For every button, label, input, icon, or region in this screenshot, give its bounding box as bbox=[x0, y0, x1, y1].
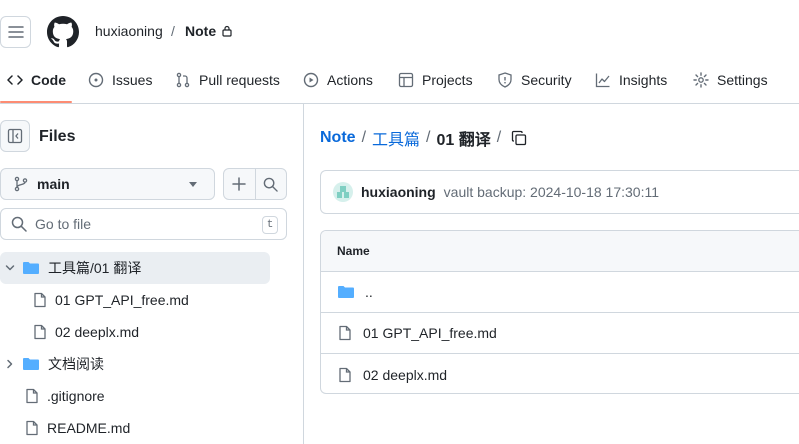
chevron-down-icon bbox=[2, 262, 18, 274]
breadcrumb-current: 01 翻译 bbox=[436, 132, 491, 149]
active-tab-indicator bbox=[0, 101, 72, 103]
file-icon bbox=[339, 367, 351, 382]
branch-selector-button[interactable]: main bbox=[0, 168, 215, 200]
breadcrumb-separator: / bbox=[496, 129, 502, 146]
add-file-button[interactable] bbox=[224, 169, 256, 199]
table-row[interactable]: 01 GPT_API_free.md bbox=[321, 313, 799, 354]
tab-projects[interactable]: Projects bbox=[398, 64, 473, 96]
play-icon bbox=[303, 72, 319, 88]
tab-insights[interactable]: Insights bbox=[595, 64, 667, 96]
shield-icon bbox=[498, 72, 512, 88]
parent-directory-link[interactable]: .. bbox=[365, 284, 373, 300]
issue-opened-icon bbox=[88, 72, 104, 88]
gear-icon bbox=[693, 72, 709, 88]
tree-item-label: 01 GPT_API_free.md bbox=[55, 292, 189, 308]
git-pull-request-icon bbox=[176, 72, 190, 88]
go-to-file-search: t bbox=[0, 208, 287, 240]
file-path-breadcrumb: Note / 工具篇 / 01 翻译 / bbox=[320, 126, 527, 150]
repo-link[interactable]: Note bbox=[185, 23, 216, 39]
tree-file-gitignore[interactable]: .gitignore bbox=[0, 380, 270, 412]
file-icon bbox=[32, 324, 48, 340]
code-icon bbox=[7, 75, 23, 85]
tab-actions[interactable]: Actions bbox=[303, 64, 373, 96]
directory-file-table: Name .. 01 GPT_API_free.md 02 deeplx.md bbox=[320, 230, 799, 394]
tree-file-deeplx[interactable]: 02 deeplx.md bbox=[0, 316, 270, 348]
latest-commit-box: huxiaoning vault backup: 2024-10-18 17:3… bbox=[320, 170, 799, 214]
repo-tab-nav: Code Issues Pull requests Actions Projec… bbox=[0, 64, 799, 104]
file-link[interactable]: 02 deeplx.md bbox=[363, 367, 447, 383]
tree-item-label: 文档阅读 bbox=[48, 356, 104, 372]
breadcrumb-separator: / bbox=[361, 129, 367, 146]
search-icon bbox=[11, 216, 27, 232]
breadcrumb-separator: / bbox=[426, 129, 431, 146]
file-link[interactable]: 01 GPT_API_free.md bbox=[363, 325, 497, 341]
folder-open-icon bbox=[22, 260, 40, 276]
go-to-file-input[interactable] bbox=[35, 216, 255, 232]
search-icon bbox=[263, 177, 279, 192]
table-header: Name bbox=[321, 231, 799, 272]
sidebar-actions bbox=[223, 168, 287, 200]
tree-item-label: README.md bbox=[47, 420, 131, 436]
tree-folder-docs[interactable]: 文档阅读 bbox=[0, 348, 270, 380]
owner-link[interactable]: huxiaoning bbox=[95, 23, 163, 39]
plus-icon bbox=[232, 177, 246, 191]
tab-pull-requests[interactable]: Pull requests bbox=[175, 64, 280, 96]
sidebar-title: Files bbox=[39, 128, 76, 145]
file-tree-sidebar: Files main t 工具篇/01 翻译 01 GPT_API_free.m… bbox=[0, 104, 304, 444]
graph-icon bbox=[595, 73, 610, 88]
chevron-right-icon bbox=[2, 358, 18, 370]
tree-file-readme[interactable]: README.md bbox=[0, 412, 270, 444]
commit-message-link[interactable]: vault backup: 2024-10-18 17:30:11 bbox=[444, 184, 659, 200]
tab-issues[interactable]: Issues bbox=[88, 64, 152, 96]
collapse-sidebar-button[interactable] bbox=[0, 120, 30, 152]
table-row[interactable]: 02 deeplx.md bbox=[321, 354, 799, 393]
file-icon bbox=[24, 388, 40, 404]
tab-code[interactable]: Code bbox=[7, 64, 66, 96]
commit-author-link[interactable]: huxiaoning bbox=[361, 184, 436, 200]
lock-icon bbox=[222, 25, 232, 37]
copy-path-icon[interactable] bbox=[511, 130, 527, 146]
tree-folder-translate[interactable]: 工具篇/01 翻译 bbox=[0, 252, 270, 284]
folder-icon bbox=[22, 356, 40, 372]
hamburger-menu-button[interactable] bbox=[0, 16, 31, 48]
breadcrumb-repo-link[interactable]: Note bbox=[320, 129, 356, 147]
keyboard-shortcut-hint: t bbox=[262, 216, 278, 234]
column-header-name: Name bbox=[337, 244, 370, 258]
github-logo-icon[interactable] bbox=[47, 16, 79, 48]
app-header: huxiaoning / Note bbox=[0, 0, 799, 64]
tree-file-gpt-api[interactable]: 01 GPT_API_free.md bbox=[0, 284, 270, 316]
tree-item-label: 02 deeplx.md bbox=[55, 324, 140, 340]
triangle-down-icon bbox=[189, 182, 197, 187]
file-icon bbox=[32, 292, 48, 308]
header-separator: / bbox=[171, 23, 175, 39]
folder-icon bbox=[338, 286, 354, 298]
file-icon bbox=[24, 420, 40, 436]
sidebar-collapse-icon bbox=[7, 128, 23, 144]
search-code-button[interactable] bbox=[256, 169, 287, 199]
tab-settings[interactable]: Settings bbox=[693, 64, 768, 96]
file-icon bbox=[339, 325, 351, 341]
tree-item-label: 工具篇/01 翻译 bbox=[48, 260, 142, 276]
branch-name: main bbox=[37, 176, 70, 192]
breadcrumb-folder-link[interactable]: 工具篇 bbox=[372, 126, 420, 150]
tree-item-label: .gitignore bbox=[47, 388, 105, 404]
git-branch-icon bbox=[14, 176, 28, 192]
tab-security[interactable]: Security bbox=[497, 64, 572, 96]
table-row-parent[interactable]: .. bbox=[321, 272, 799, 313]
table-icon bbox=[398, 72, 414, 88]
hamburger-icon bbox=[7, 26, 24, 38]
avatar[interactable] bbox=[333, 182, 353, 202]
